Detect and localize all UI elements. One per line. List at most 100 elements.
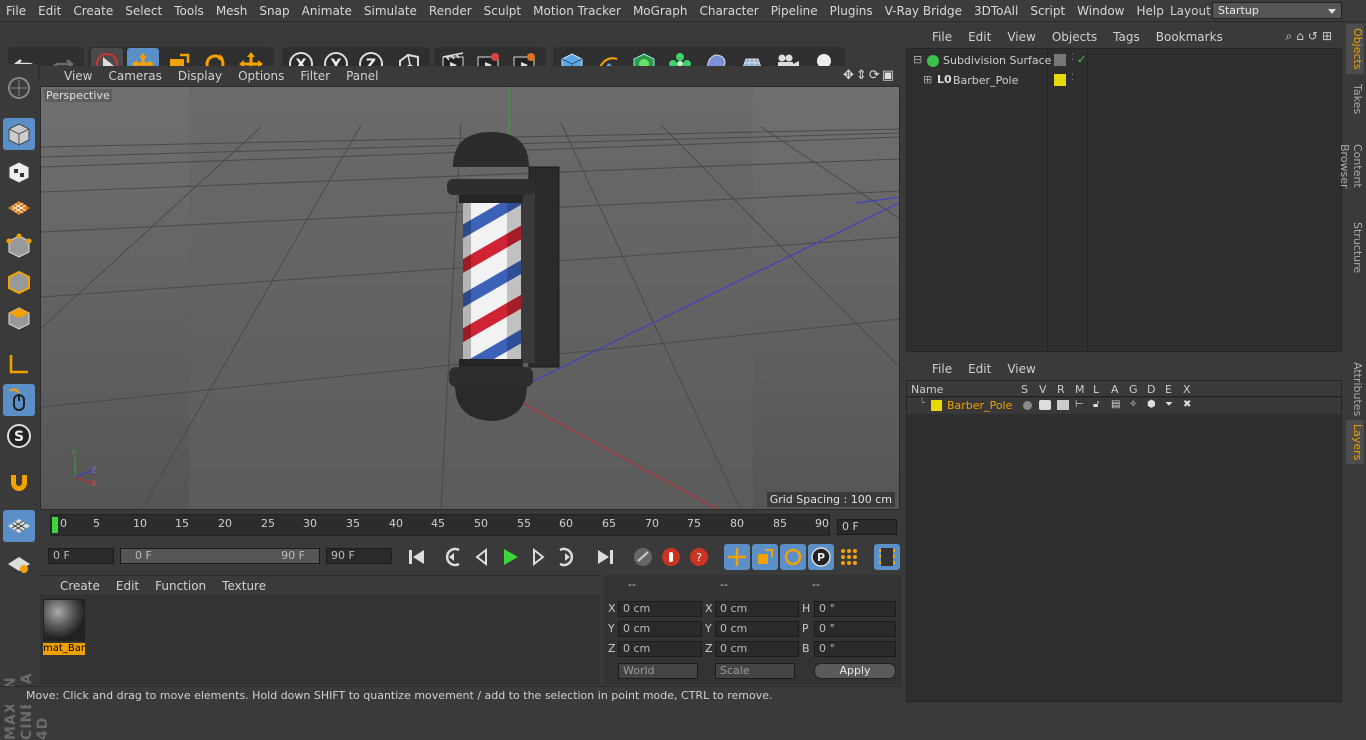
layer-slot[interactable] — [1054, 54, 1066, 66]
layer-header-expressions[interactable]: E — [1165, 383, 1172, 396]
menu-select[interactable]: Select — [119, 0, 168, 22]
object-menu-edit[interactable]: Edit — [960, 30, 999, 44]
menu-motion-tracker[interactable]: Motion Tracker — [527, 0, 627, 22]
object-row[interactable]: ⊟ Subdivision Surface ⁚ ✓ — [909, 53, 1343, 69]
size-y-field[interactable]: 0 cm — [715, 621, 799, 637]
viewport-menu-options[interactable]: Options — [230, 69, 292, 83]
size-z-field[interactable]: 0 cm — [715, 641, 799, 657]
menu-pipeline[interactable]: Pipeline — [765, 0, 824, 22]
viewport-camera-label[interactable]: Perspective — [44, 89, 112, 102]
layer-header-render[interactable]: R — [1057, 383, 1065, 396]
object-name[interactable]: Barber_Pole — [953, 74, 1018, 87]
tab-structure[interactable]: Structure — [1346, 218, 1364, 274]
key-parameter-icon[interactable]: P — [808, 544, 834, 570]
layer-header-view[interactable]: V — [1039, 383, 1047, 396]
start-frame-field[interactable]: 0 F — [48, 548, 114, 564]
texture-mode-icon[interactable] — [3, 156, 35, 188]
layer-header-animation[interactable]: A — [1111, 383, 1119, 396]
layer-menu-view[interactable]: View — [999, 362, 1043, 376]
menu-vray-bridge[interactable]: V-Ray Bridge — [879, 0, 968, 22]
timeline-ruler[interactable]: 0 5 10 15 20 25 30 35 40 45 50 55 60 65 … — [50, 514, 830, 536]
play-icon[interactable] — [497, 544, 523, 570]
material-swatch[interactable]: mat_Bar — [43, 599, 85, 657]
coordinate-space-select[interactable]: World — [618, 663, 698, 679]
viewport-menu-panel[interactable]: Panel — [338, 69, 386, 83]
position-x-field[interactable]: 0 cm — [618, 601, 702, 617]
menu-window[interactable]: Window — [1071, 0, 1130, 22]
key-scale-icon[interactable] — [752, 544, 778, 570]
expression-icon[interactable]: ⏷ — [1165, 399, 1173, 410]
tree-toggle[interactable]: ⊟ — [913, 53, 922, 66]
grid-snap-icon[interactable] — [3, 548, 35, 580]
material-menu-texture[interactable]: Texture — [214, 579, 274, 593]
previous-frame-icon[interactable] — [469, 544, 495, 570]
layer-header-deformers[interactable]: D — [1147, 383, 1155, 396]
layout-select[interactable]: Startup — [1212, 2, 1342, 19]
workplane-lock-icon[interactable] — [3, 510, 35, 542]
apply-button[interactable]: Apply — [814, 663, 896, 679]
layer-menu-file[interactable]: File — [906, 362, 960, 376]
edges-mode-icon[interactable] — [3, 266, 35, 298]
points-mode-icon[interactable] — [3, 230, 35, 262]
rotation-p-field[interactable]: 0 ° — [814, 621, 896, 637]
tab-layers[interactable]: Layers — [1346, 420, 1364, 464]
layer-header-manager[interactable]: M — [1075, 383, 1085, 396]
generator-icon[interactable]: ✧ — [1129, 399, 1137, 410]
size-x-field[interactable]: 0 cm — [715, 601, 799, 617]
next-frame-icon[interactable] — [525, 544, 551, 570]
object-menu-view[interactable]: View — [999, 30, 1043, 44]
object-menu-objects[interactable]: Objects — [1044, 30, 1105, 44]
layer-header-generators[interactable]: G — [1129, 383, 1138, 396]
menu-render[interactable]: Render — [423, 0, 478, 22]
tree-toggle[interactable]: ⊞ — [923, 73, 932, 86]
menu-simulate[interactable]: Simulate — [358, 0, 423, 22]
axis-mode-icon[interactable] — [3, 348, 35, 380]
menu-script[interactable]: Script — [1024, 0, 1071, 22]
object-menu-bookmarks[interactable]: Bookmarks — [1148, 30, 1231, 44]
menu-3dtoall[interactable]: 3DToAll — [968, 0, 1024, 22]
frame-range-slider[interactable]: 0 F 90 F — [120, 548, 320, 564]
menu-plugins[interactable]: Plugins — [824, 0, 879, 22]
go-to-start-icon[interactable] — [404, 544, 430, 570]
size-mode-select[interactable]: Scale — [715, 663, 795, 679]
tab-attributes[interactable]: Attributes — [1346, 358, 1364, 418]
object-menu-tags[interactable]: Tags — [1105, 30, 1148, 44]
layer-header-name[interactable]: Name — [911, 383, 943, 396]
lock-icon[interactable]: 🔓︎ — [1093, 399, 1099, 410]
tweak-mode-icon[interactable] — [3, 384, 35, 416]
model-mode-icon[interactable] — [3, 118, 35, 150]
perspective-viewport[interactable]: Y Z X Perspective Grid Spacing : 100 cm — [40, 86, 900, 510]
menu-mesh[interactable]: Mesh — [210, 0, 254, 22]
next-key-icon[interactable] — [553, 544, 579, 570]
layer-row[interactable]: └ Barber_Pole ⊢ 🔓︎ ▤ ✧ ⬢ ⏷ ✖ — [907, 398, 1341, 414]
menu-edit[interactable]: Edit — [32, 0, 67, 22]
menu-snap[interactable]: Snap — [253, 0, 295, 22]
key-position-icon[interactable] — [724, 544, 750, 570]
layer-header-locked[interactable]: L — [1093, 383, 1099, 396]
visibility-dots-icon[interactable]: ⁚ — [1071, 73, 1074, 83]
rotation-b-field[interactable]: 0 ° — [814, 641, 896, 657]
material-menu-create[interactable]: Create — [40, 579, 108, 593]
object-row[interactable]: ⊞ L0 Barber_Pole ⁚ — [909, 73, 1343, 89]
polygons-mode-icon[interactable] — [3, 302, 35, 334]
rotation-h-field[interactable]: 0 ° — [814, 601, 896, 617]
animation-film-icon[interactable]: ▤ — [1111, 399, 1120, 410]
previous-key-icon[interactable] — [440, 544, 466, 570]
tab-objects[interactable]: Objects — [1346, 24, 1364, 74]
layer-header-solo[interactable]: S — [1021, 383, 1028, 396]
solo-mode-icon[interactable]: S — [3, 420, 35, 452]
object-name[interactable]: Subdivision Surface — [943, 54, 1051, 67]
key-pla-icon[interactable] — [836, 544, 862, 570]
position-z-field[interactable]: 0 cm — [618, 641, 702, 657]
menu-mograph[interactable]: MoGraph — [627, 0, 694, 22]
xref-icon[interactable]: ✖ — [1183, 399, 1191, 410]
current-frame-field[interactable]: 0 F — [837, 519, 897, 535]
layer-header-xref[interactable]: X — [1183, 383, 1191, 396]
menu-sculpt[interactable]: Sculpt — [478, 0, 527, 22]
end-frame-field[interactable]: 90 F — [326, 548, 392, 564]
snap-magnet-icon[interactable] — [3, 466, 35, 498]
timeline-playhead[interactable] — [52, 517, 58, 533]
viewport-nav-icons[interactable]: ✥⇕⟳▣ — [843, 68, 896, 83]
layer-color-swatch[interactable] — [1054, 74, 1066, 86]
enabled-check-icon[interactable]: ✓ — [1077, 53, 1086, 66]
